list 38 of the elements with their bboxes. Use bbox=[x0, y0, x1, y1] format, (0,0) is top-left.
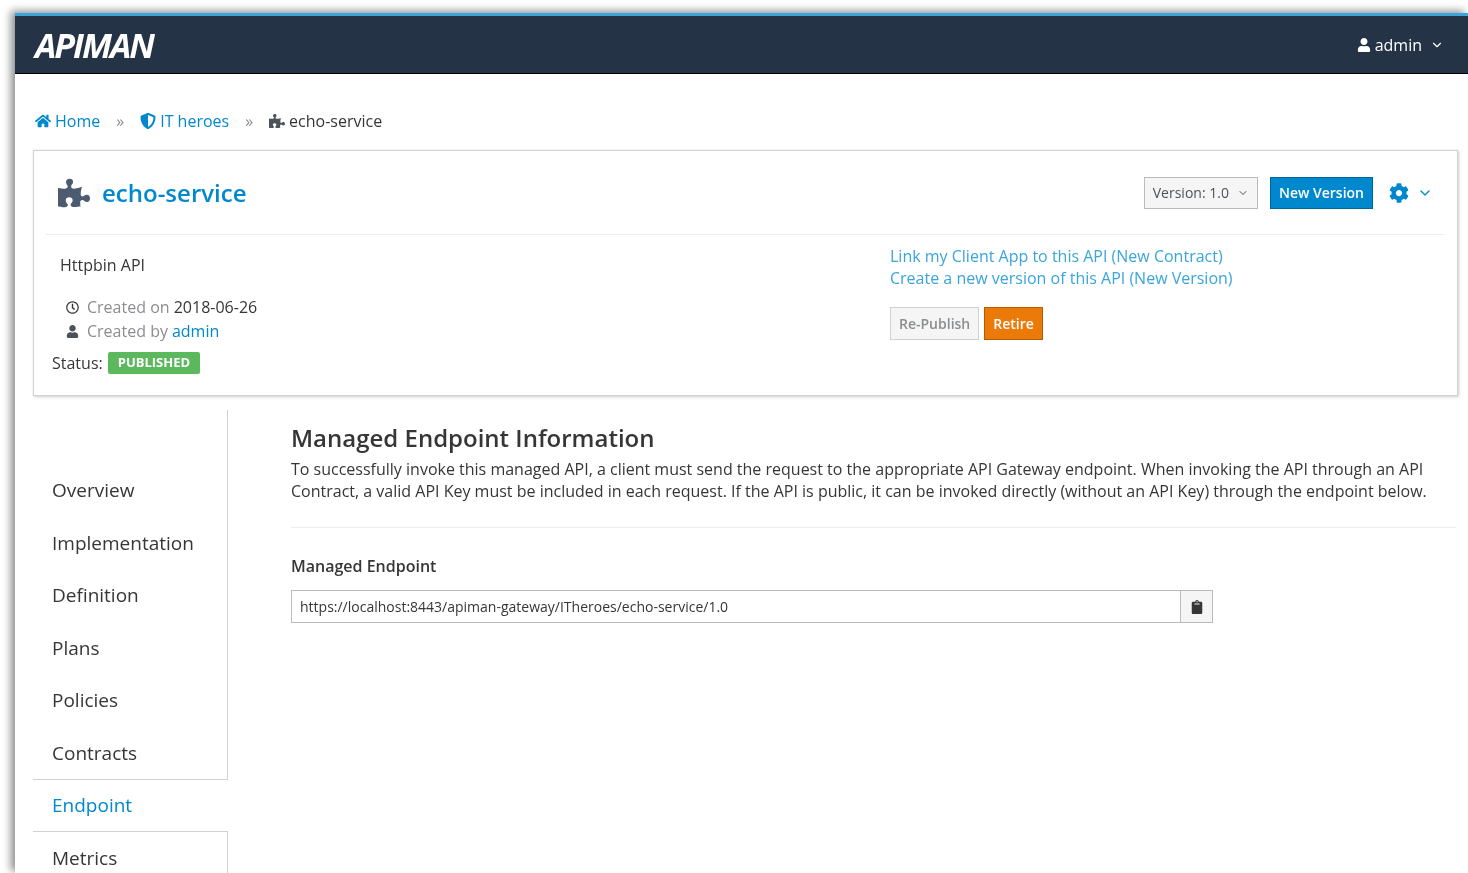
breadcrumb-separator: » bbox=[245, 109, 254, 133]
sidebar-item[interactable]: Contracts bbox=[33, 726, 227, 779]
settings-icon bbox=[1389, 182, 1409, 203]
user-menu[interactable]: admin bbox=[1356, 32, 1444, 57]
sidebar-item[interactable]: Endpoint bbox=[33, 779, 228, 832]
status-badge: PUBLISHED bbox=[107, 352, 201, 374]
api-description: Httpbin API bbox=[60, 253, 146, 277]
field-label: Managed Endpoint bbox=[291, 554, 438, 578]
user-icon bbox=[66, 324, 79, 338]
section-title: Managed Endpoint Information bbox=[291, 420, 656, 456]
sidebar-item[interactable]: Overview bbox=[33, 464, 227, 517]
breadcrumb-link[interactable]: IT heroes bbox=[160, 109, 230, 133]
puzzle-icon bbox=[269, 113, 286, 129]
status-label: Status: bbox=[52, 351, 103, 375]
logo[interactable]: APIMAN bbox=[35, 27, 153, 62]
sidebar-item[interactable]: Plans bbox=[33, 621, 227, 674]
sidebar-item[interactable]: Policies bbox=[33, 674, 227, 727]
puzzle-icon bbox=[58, 176, 90, 209]
creator-link[interactable]: admin bbox=[171, 319, 220, 343]
version-dropdown[interactable]: Version: 1.0 bbox=[1143, 176, 1258, 209]
new-version-button[interactable]: New Version bbox=[1269, 176, 1373, 209]
clock-icon bbox=[66, 300, 79, 314]
created-by-label: Created by bbox=[87, 319, 168, 343]
home-icon bbox=[35, 113, 51, 129]
sidebar-item[interactable]: Definition bbox=[33, 569, 227, 622]
breadcrumb-link[interactable]: echo-service bbox=[289, 109, 383, 133]
section-description: To successfully invoke this managed API, a client must send the request to the appropriate API Gateway endpoint. When invoking the API through an API Contract, a valid API Key must be included in each request. If the API is public, it can be invoked directly (without an API Key) through the endpoint below. bbox=[291, 458, 1456, 528]
breadcrumb-separator: » bbox=[116, 109, 125, 133]
sidebar-item[interactable]: Implementation bbox=[33, 516, 227, 569]
shield-icon bbox=[140, 113, 157, 129]
api-title: echo-service bbox=[102, 174, 247, 211]
created-on-text: Created on 2018-06-26 bbox=[87, 295, 258, 319]
breadcrumb-link[interactable]: Home bbox=[55, 109, 101, 133]
endpoint-field[interactable]: https://localhost:8443/apiman-gateway/ITheroes/echo-service/1.0 bbox=[291, 590, 1181, 623]
sidebar-item[interactable]: Metrics bbox=[33, 831, 227, 873]
copy-button[interactable] bbox=[1181, 590, 1213, 623]
user-icon bbox=[1356, 37, 1371, 52]
clipboard-icon bbox=[1189, 599, 1204, 614]
